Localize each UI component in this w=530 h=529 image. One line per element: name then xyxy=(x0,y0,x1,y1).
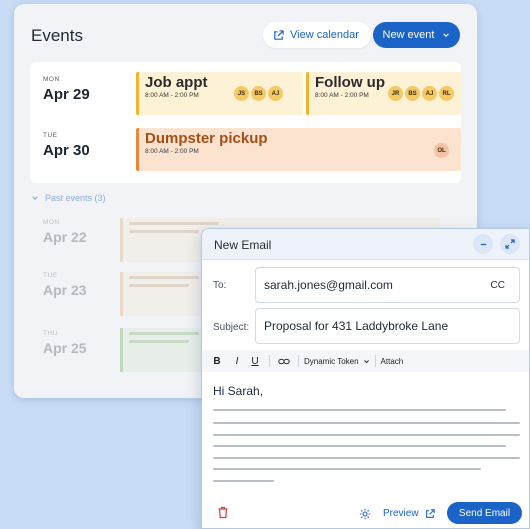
chevron-down-icon xyxy=(443,33,450,38)
view-calendar-button[interactable]: View calendar xyxy=(263,22,371,48)
avatar: OL xyxy=(434,143,449,158)
send-email-button[interactable]: Send Email xyxy=(447,502,522,524)
past-events-label: Past events (3) xyxy=(45,193,106,203)
event-title: Follow up xyxy=(315,74,385,91)
preview-button[interactable]: Preview xyxy=(383,508,435,519)
day-date: Apr 30 xyxy=(43,142,90,159)
avatar: JS xyxy=(234,86,249,101)
chevron-down-icon xyxy=(32,196,38,201)
event-title: Dumpster pickup xyxy=(145,130,268,147)
preview-label: Preview xyxy=(383,508,419,519)
expand-icon xyxy=(505,239,515,249)
events-title: Events xyxy=(31,26,83,45)
day-of-week: MON xyxy=(43,219,60,226)
text-placeholder xyxy=(129,340,189,343)
toolbar-divider xyxy=(374,355,376,367)
to-field[interactable]: sarah.jones@gmail.com CC xyxy=(255,267,520,303)
dynamic-token-label: Dynamic Token xyxy=(304,356,359,366)
to-value: sarah.jones@gmail.com xyxy=(264,278,393,292)
past-events-toggle[interactable]: Past events (3) xyxy=(31,193,106,203)
to-label: To: xyxy=(213,280,227,291)
view-calendar-label: View calendar xyxy=(290,29,359,41)
new-email-modal: New Email To: sarah.jones@gmail.com CC S… xyxy=(201,228,530,529)
toolbar-divider xyxy=(269,355,270,367)
attendee-avatars: JS BS AJ xyxy=(234,86,283,101)
chevron-down-icon xyxy=(363,359,369,363)
attendee-avatars: OL xyxy=(434,143,449,158)
text-placeholder xyxy=(129,332,199,335)
subject-row: Subject: Proposal for 431 Laddybroke Lan… xyxy=(202,305,529,347)
link-button[interactable] xyxy=(275,350,293,372)
new-event-button[interactable]: New event xyxy=(373,22,460,48)
day-date: Apr 25 xyxy=(43,340,87,356)
event-time: 8:00 AM - 2:00 PM xyxy=(315,92,369,99)
text-placeholder xyxy=(129,276,199,279)
past-day-header: TUE Apr 23 xyxy=(43,272,87,298)
avatar: RL xyxy=(439,86,454,101)
past-day-header: THU Apr 25 xyxy=(43,330,87,356)
event-time: 8:00 AM - 2:00 PM xyxy=(145,92,199,99)
link-icon xyxy=(278,358,290,364)
event-dumpster-pickup[interactable]: Dumpster pickup 8:00 AM - 2:00 PM OL xyxy=(136,128,461,171)
upcoming-events-card: MON Apr 29 Job appt 8:00 AM - 2:00 PM JS… xyxy=(30,62,461,183)
trash-icon xyxy=(218,506,228,519)
modal-title: New Email xyxy=(214,238,272,252)
modal-header: New Email xyxy=(202,229,529,260)
gear-icon xyxy=(359,508,371,520)
formatting-toolbar: B I U Dynamic Token Attach xyxy=(202,350,529,372)
event-job-appt[interactable]: Job appt 8:00 AM - 2:00 PM JS BS AJ xyxy=(136,72,303,115)
new-event-label: New event xyxy=(382,29,435,41)
modal-footer: Preview Send Email xyxy=(202,499,529,528)
to-row: To: sarah.jones@gmail.com CC xyxy=(202,260,529,303)
avatar: BS xyxy=(251,86,266,101)
underline-button[interactable]: U xyxy=(246,350,264,372)
dynamic-token-dropdown[interactable]: Dynamic Token xyxy=(304,350,370,372)
body-placeholder-line xyxy=(213,468,481,470)
day-date: Apr 29 xyxy=(43,86,90,103)
day-of-week: THU xyxy=(43,330,58,337)
external-link-icon xyxy=(274,29,284,40)
minimize-icon xyxy=(480,243,486,245)
day-header: TUE Apr 30 xyxy=(43,132,90,159)
delete-button[interactable] xyxy=(217,506,229,524)
subject-label: Subject: xyxy=(213,322,250,333)
day-of-week: TUE xyxy=(43,132,58,139)
day-date: Apr 23 xyxy=(43,282,87,298)
settings-button[interactable] xyxy=(359,507,371,525)
event-time: 8:00 AM - 2:00 PM xyxy=(145,148,199,155)
expand-button[interactable] xyxy=(500,234,520,254)
minimize-button[interactable] xyxy=(473,234,493,254)
italic-button[interactable]: I xyxy=(228,350,246,372)
avatar: AJ xyxy=(268,86,283,101)
text-placeholder xyxy=(129,222,219,225)
cc-button[interactable]: CC xyxy=(491,280,505,291)
subject-value: Proposal for 431 Laddybroke Lane xyxy=(264,319,449,333)
body-placeholder-line xyxy=(213,445,506,447)
toolbar-divider xyxy=(298,355,299,367)
attach-button[interactable]: Attach xyxy=(381,350,404,372)
body-placeholder-line xyxy=(213,422,520,424)
body-placeholder-line xyxy=(213,480,274,482)
text-placeholder xyxy=(129,230,199,233)
body-placeholder-line xyxy=(213,409,506,411)
external-link-icon xyxy=(425,508,435,518)
past-day-header: MON Apr 22 xyxy=(43,219,87,245)
avatar: BS xyxy=(405,86,420,101)
subject-field[interactable]: Proposal for 431 Laddybroke Lane xyxy=(255,308,520,344)
day-of-week: MON xyxy=(43,76,60,83)
event-follow-up[interactable]: Follow up 8:00 AM - 2:00 PM JR BS AJ RL xyxy=(306,72,461,115)
avatar: JR xyxy=(388,86,403,101)
day-header: MON Apr 29 xyxy=(43,76,90,103)
attendee-avatars: JR BS AJ RL xyxy=(388,86,454,101)
bold-button[interactable]: B xyxy=(206,350,228,372)
text-placeholder xyxy=(129,284,189,287)
email-greeting[interactable]: Hi Sarah, xyxy=(213,384,263,398)
avatar: AJ xyxy=(422,86,437,101)
event-title: Job appt xyxy=(145,74,208,91)
day-of-week: TUE xyxy=(43,272,58,279)
body-placeholder-line xyxy=(213,457,520,459)
body-placeholder-line xyxy=(213,434,520,436)
day-date: Apr 22 xyxy=(43,229,87,245)
